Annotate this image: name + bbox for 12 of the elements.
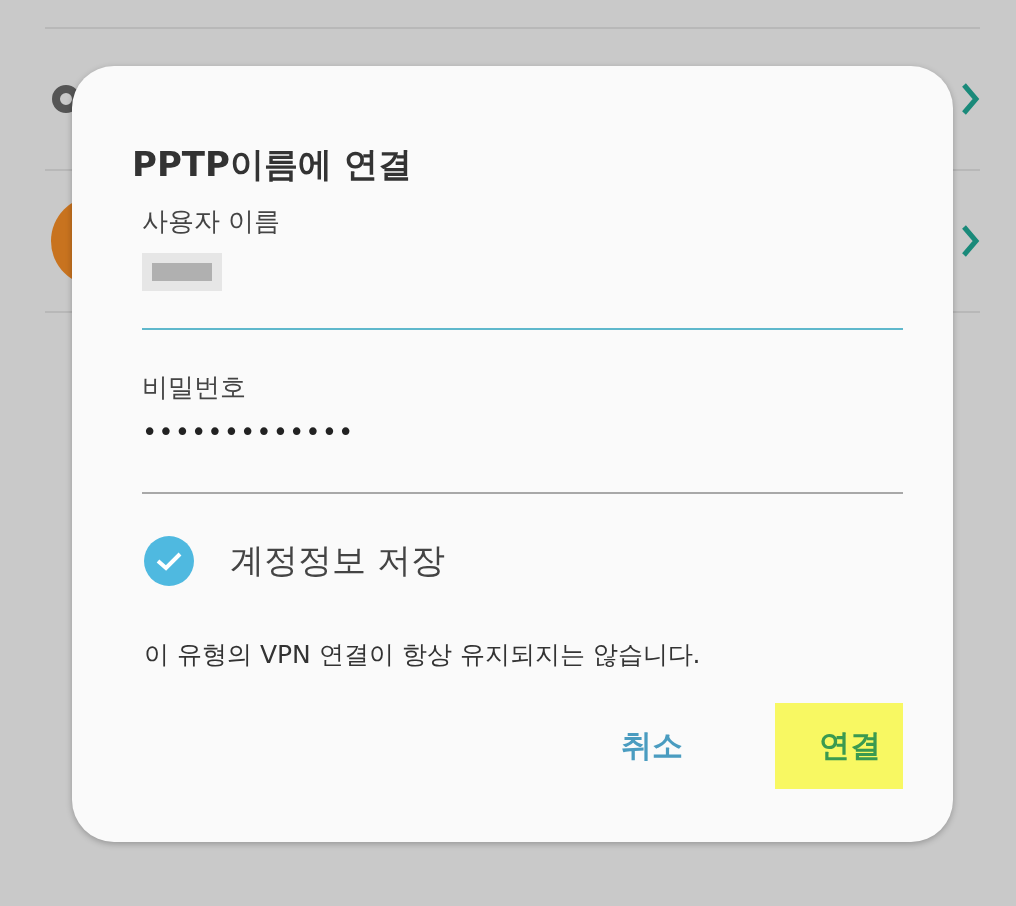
checkbox[interactable] bbox=[144, 536, 194, 586]
field-label: 사용자 이름 bbox=[142, 205, 282, 238]
chevron-icon bbox=[960, 81, 980, 117]
checkbox-label: 계정정보 저장 bbox=[230, 539, 445, 582]
input-field[interactable]: 사용자 이름 bbox=[142, 202, 903, 330]
password-value: ••••••••••••• bbox=[142, 417, 356, 447]
chevron-icon bbox=[960, 223, 980, 259]
dialog-title: PPTP이름에 연결 bbox=[132, 143, 413, 186]
note-text: 이 유형의 VPN 연결이 항상 유지되지는 않습니다. bbox=[144, 639, 702, 671]
input-field[interactable]: 비밀번호 ••••••••••••• bbox=[142, 368, 903, 494]
check-icon bbox=[155, 550, 183, 572]
field-label: 비밀번호 bbox=[142, 371, 247, 404]
